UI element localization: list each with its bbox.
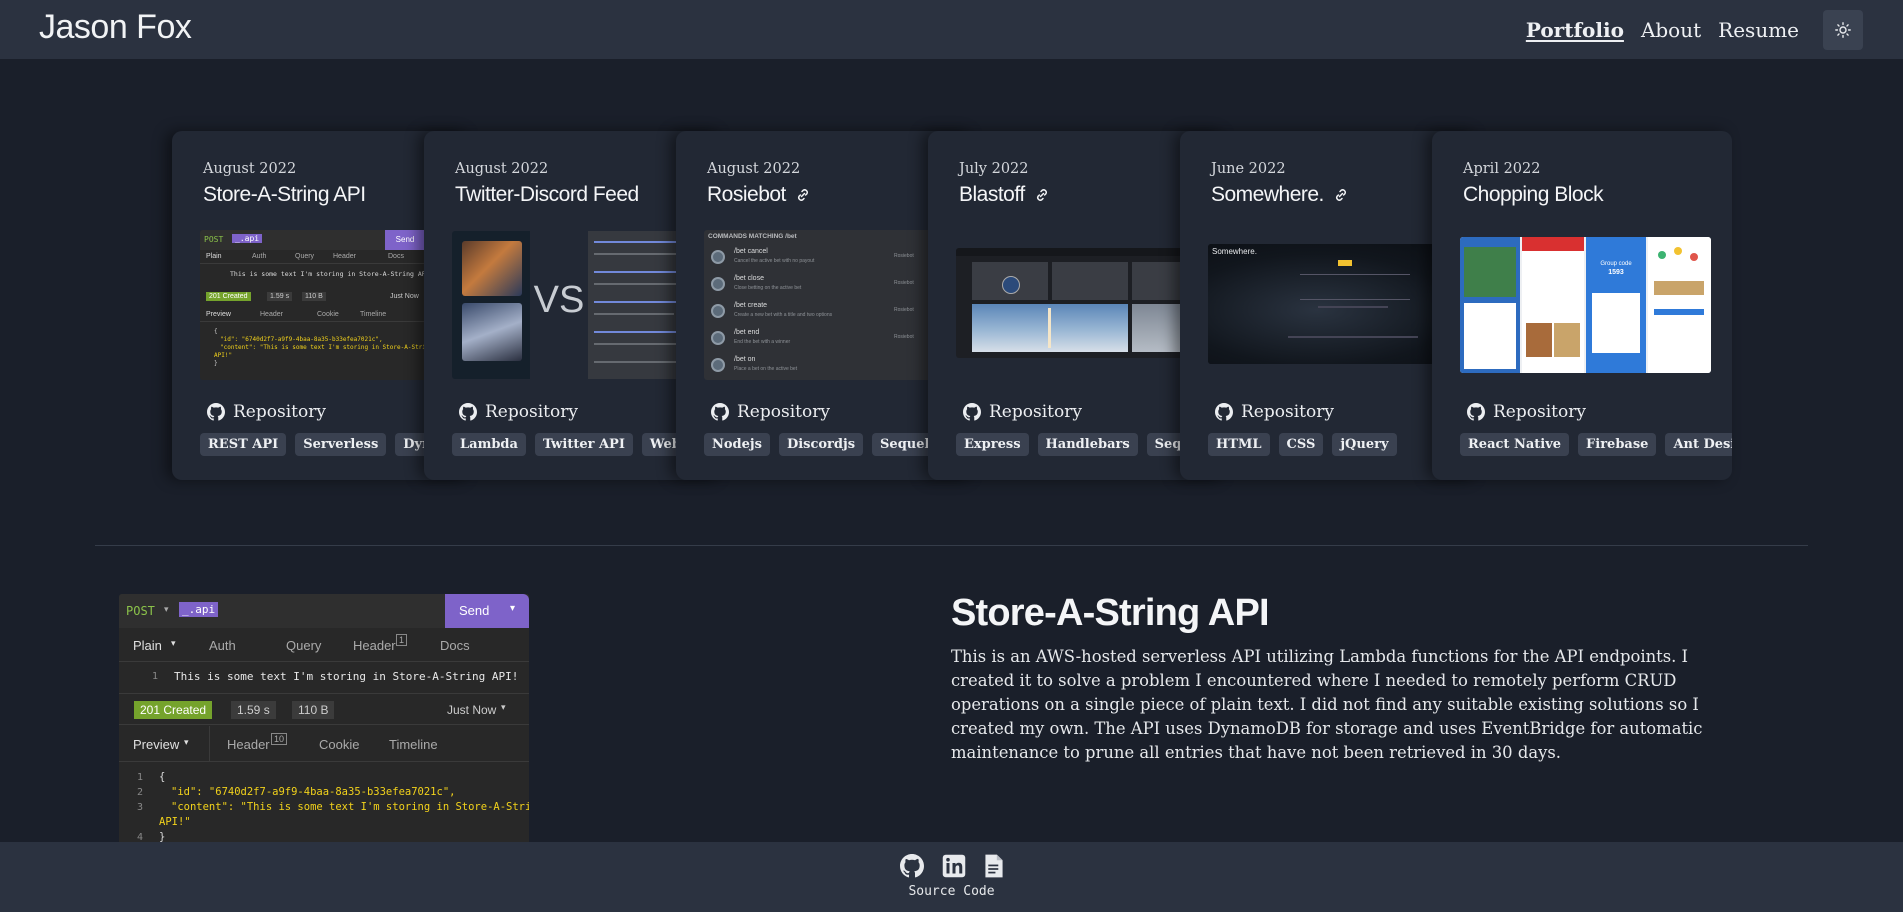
project-date: August 2022 xyxy=(203,161,297,177)
repository-link[interactable]: Repository xyxy=(459,402,578,422)
tag-list: React Native Firebase Ant Design xyxy=(1460,433,1732,456)
repository-link[interactable]: Repository xyxy=(963,402,1082,422)
project-date: June 2022 xyxy=(1211,161,1286,177)
project-title: Blastoff xyxy=(959,183,1050,207)
linkedin-icon[interactable] xyxy=(942,854,966,878)
repository-link[interactable]: Repository xyxy=(1215,402,1334,422)
repository-label: Repository xyxy=(1241,402,1334,422)
repository-label: Repository xyxy=(485,402,578,422)
sun-icon xyxy=(1835,22,1851,38)
project-card[interactable]: April 2022 Chopping Block Group code 159… xyxy=(1432,131,1732,480)
link-icon[interactable] xyxy=(1333,187,1349,203)
github-icon xyxy=(207,403,225,421)
tag: React Native xyxy=(1460,433,1570,456)
theme-toggle-button[interactable] xyxy=(1823,10,1863,50)
project-title: Twitter-Discord Feed xyxy=(455,183,639,206)
main-nav: Portfolio About Resume xyxy=(1526,18,1799,42)
site-brand[interactable]: Jason Fox xyxy=(39,8,192,47)
tag-list: HTML CSS jQuery xyxy=(1208,433,1397,456)
repository-link[interactable]: Repository xyxy=(711,402,830,422)
project-thumbnail: Group code 1593 xyxy=(1460,237,1711,373)
nav-about-link[interactable]: About xyxy=(1641,18,1701,42)
nav-resume-link[interactable]: Resume xyxy=(1718,18,1799,42)
tag: REST API xyxy=(200,433,287,456)
project-date: April 2022 xyxy=(1463,161,1541,177)
project-title: Rosiebot xyxy=(707,183,811,207)
repository-label: Repository xyxy=(233,402,326,422)
tag: HTML xyxy=(1208,433,1270,456)
tag: Discordjs xyxy=(778,433,864,456)
repository-label: Repository xyxy=(737,402,830,422)
tag: Handlebars xyxy=(1037,433,1138,456)
tag: Firebase xyxy=(1578,433,1657,456)
footer: Source Code xyxy=(0,842,1903,912)
project-date: August 2022 xyxy=(455,161,549,177)
tag: Twitter API xyxy=(534,433,633,456)
project-date: August 2022 xyxy=(707,161,801,177)
repository-label: Repository xyxy=(1493,402,1586,422)
footer-links xyxy=(899,854,1004,878)
source-code-link[interactable]: Source Code xyxy=(908,884,994,899)
github-icon xyxy=(459,403,477,421)
repository-label: Repository xyxy=(989,402,1082,422)
project-title: Somewhere. xyxy=(1211,183,1349,207)
tag-list: Nodejs Discordjs Sequelize xyxy=(704,433,959,456)
nav-portfolio-link[interactable]: Portfolio xyxy=(1526,18,1624,42)
tag: Lambda xyxy=(452,433,526,456)
project-carousel: August 2022 Store-A-String API POST _.ap… xyxy=(172,131,1732,480)
link-icon[interactable] xyxy=(1034,187,1050,203)
tag: CSS xyxy=(1278,433,1324,456)
section-divider xyxy=(95,545,1808,546)
github-icon xyxy=(1467,403,1485,421)
tag: jQuery xyxy=(1332,433,1397,456)
link-icon[interactable] xyxy=(795,187,811,203)
tag: Serverless xyxy=(295,433,387,456)
github-icon xyxy=(1215,403,1233,421)
tag: Express xyxy=(956,433,1029,456)
document-icon[interactable] xyxy=(984,854,1004,878)
project-date: July 2022 xyxy=(959,161,1029,177)
tag: Nodejs xyxy=(704,433,770,456)
tag: Ant Design xyxy=(1665,433,1732,456)
github-icon[interactable] xyxy=(899,854,924,878)
repository-link[interactable]: Repository xyxy=(207,402,326,422)
repository-link[interactable]: Repository xyxy=(1467,402,1586,422)
github-icon xyxy=(963,403,981,421)
project-title: Chopping Block xyxy=(1463,183,1604,206)
project-detail-screenshot: POST ▾ _.api Send ▾ Plain ▾ Auth Query H… xyxy=(119,594,529,844)
project-detail-title: Store-A-String API xyxy=(951,592,1270,634)
github-icon xyxy=(711,403,729,421)
project-detail-description: This is an AWS-hosted serverless API uti… xyxy=(951,647,1703,762)
top-navbar: Jason Fox Portfolio About Resume xyxy=(0,0,1903,59)
project-title: Store-A-String API xyxy=(203,183,366,206)
